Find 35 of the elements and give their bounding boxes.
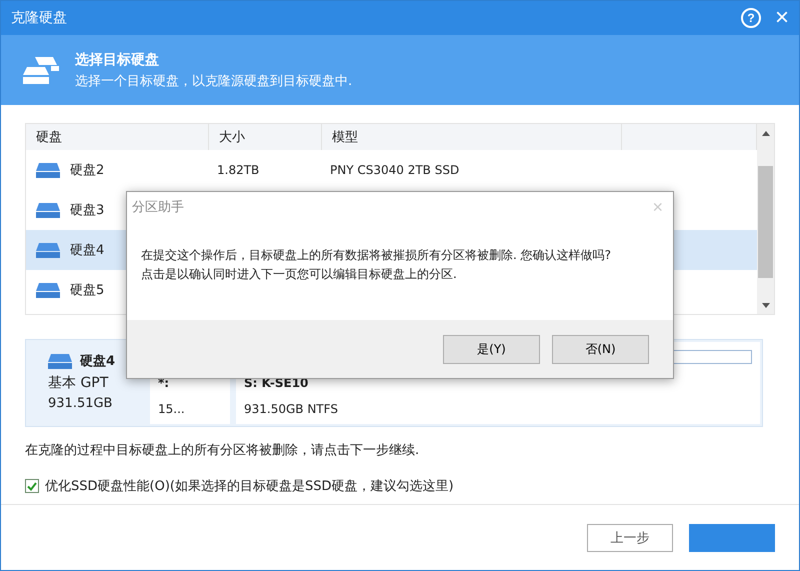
back-button[interactable]: 上一步	[587, 524, 673, 552]
partition-label: *:	[158, 376, 170, 390]
help-button[interactable]: ?	[740, 8, 761, 28]
disk-name: 硬盘2	[70, 162, 104, 179]
close-button[interactable]: ×	[774, 4, 789, 32]
header-subtitle: 选择一个目标硬盘，以克隆源硬盘到目标硬盘中.	[75, 72, 352, 90]
disk-size: 1.82TB	[216, 163, 260, 177]
drives-icon	[23, 55, 61, 85]
disk-name: 硬盘4	[70, 242, 104, 259]
partition-detail: 15...	[158, 402, 186, 416]
no-button[interactable]: 否(N)	[552, 334, 649, 364]
drive-icon	[36, 162, 60, 178]
dialog-message: 在提交这个操作后，目标硬盘上的所有数据将被摧损所有分区将被删除. 您确认这样做吗?	[141, 247, 612, 264]
scrollbar[interactable]	[757, 124, 774, 314]
partition-detail: 931.50GB NTFS	[244, 402, 339, 416]
dialog-message: 点击是以确认同时进入下一页您可以编辑目标硬盘上的分区.	[141, 266, 458, 283]
dialog-title: 分区助手	[132, 199, 184, 216]
drive-icon	[36, 242, 60, 258]
checkbox[interactable]	[25, 479, 39, 493]
scroll-up-icon[interactable]	[762, 130, 770, 136]
scroll-down-icon[interactable]	[762, 302, 770, 308]
header-title: 选择目标硬盘	[75, 50, 160, 68]
disk-capacity: 931.51GB	[48, 396, 114, 411]
drive-icon	[36, 202, 60, 218]
partition-style: 基本 GPT	[48, 374, 110, 392]
disk-name: 硬盘3	[70, 202, 104, 219]
disk-name: 硬盘4	[80, 353, 116, 370]
checkbox-label: 优化SSD硬盘性能(O)(如果选择的目标硬盘是SSD硬盘，建议勾选这里)	[45, 478, 454, 495]
notice-text: 在克隆的过程中目标硬盘上的所有分区将被删除，请点击下一步继续.	[25, 442, 420, 459]
yes-button[interactable]: 是(Y)	[443, 334, 540, 364]
drive-icon	[48, 353, 72, 369]
window-title: 克隆硬盘	[11, 9, 68, 27]
disk-name: 硬盘5	[70, 282, 104, 299]
disk-model: PNY CS3040 2TB SSD	[329, 163, 460, 177]
drive-icon	[36, 282, 60, 298]
